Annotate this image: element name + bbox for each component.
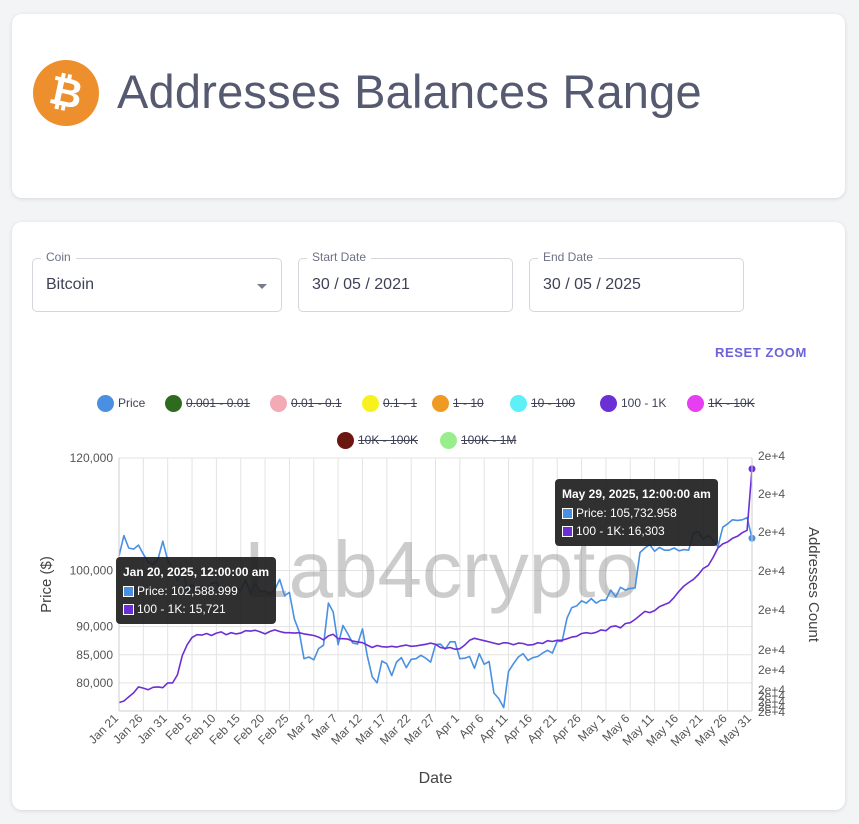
y-tick-label: 85,000 — [76, 648, 113, 662]
tooltip-right-price: Price: 105,732.958 — [576, 506, 677, 520]
header-card: ₿ Addresses Balances Range — [12, 14, 845, 198]
y2-tick-label: 2e+4 — [758, 564, 785, 578]
tooltip-left-series-swatch — [123, 603, 134, 615]
bitcoin-icon: ₿ — [33, 60, 99, 126]
tooltip-left-price-swatch — [123, 585, 134, 597]
tooltip-right-price-row: Price: 105,732.958 — [562, 504, 711, 522]
x-tick-label: Apr 1 — [432, 711, 462, 741]
y2-tick-label: 2e+4 — [758, 643, 785, 657]
tooltip-right-series: 100 - 1K: 16,303 — [576, 524, 665, 538]
tooltip-left-title: Jan 20, 2025, 12:00:00 am — [123, 565, 270, 579]
tooltip-left-price-row: Price: 102,588.999 — [123, 582, 269, 600]
y2-tick-label: 2e+4 — [758, 487, 785, 501]
y-tick-label: 90,000 — [76, 620, 113, 634]
chart[interactable]: Lab4crypto 80,00085,00090,000100,000120,… — [12, 222, 845, 810]
page-title: Addresses Balances Range — [117, 65, 702, 118]
tooltip-left: Jan 20, 2025, 12:00:00 am Price: 102,588… — [116, 557, 277, 624]
y2-tick-label: 2e+4 — [758, 525, 785, 539]
x-tick-label: Mar 2 — [284, 711, 316, 743]
tooltip-left-series: 100 - 1K: 15,721 — [137, 602, 226, 616]
tooltip-left-price: Price: 102,588.999 — [137, 584, 238, 598]
y2-tick-label: 2e+4 — [758, 663, 785, 677]
y2-tick-label: 2e+4 — [758, 705, 785, 719]
tooltip-right-title: May 29, 2025, 12:00:00 am — [562, 487, 711, 501]
tooltip-right: May 29, 2025, 12:00:00 am Price: 105,732… — [555, 479, 718, 546]
y-axis-title: Price ($) — [38, 556, 55, 613]
y-tick-label: 100,000 — [70, 563, 114, 577]
y-tick-label: 120,000 — [70, 451, 114, 465]
x-axis-title: Date — [419, 770, 453, 787]
tooltip-right-series-row: 100 - 1K: 16,303 — [562, 522, 711, 540]
y2-tick-label: 2e+4 — [758, 603, 785, 617]
tooltip-right-price-swatch — [562, 507, 573, 519]
y-tick-label: 80,000 — [76, 676, 113, 690]
tooltip-left-series-row: 100 - 1K: 15,721 — [123, 600, 269, 618]
chart-card: Coin Bitcoin Start Date 30 / 05 / 2021 E… — [12, 222, 845, 810]
y2-tick-label: 2e+4 — [758, 449, 785, 463]
y2-axis-title: Addresses Count — [805, 527, 822, 643]
tooltip-right-series-swatch — [562, 525, 573, 537]
